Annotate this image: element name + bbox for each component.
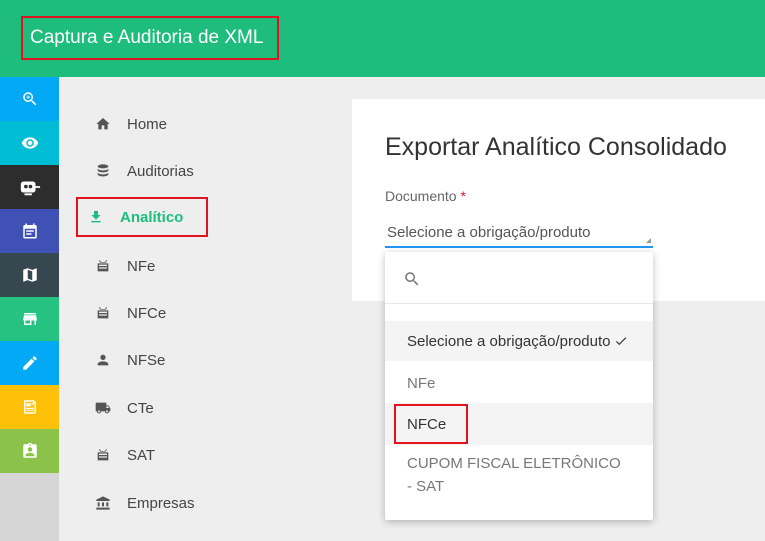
required-mark: *	[460, 188, 466, 204]
nav-item-analitico[interactable]: Analítico	[76, 197, 208, 237]
download-icon	[91, 211, 101, 223]
nav-item-home[interactable]: Home	[85, 106, 325, 142]
dropdown-option-nfe[interactable]: NFe	[385, 363, 653, 403]
nav-item-label: SAT	[127, 446, 156, 464]
rail-map-button[interactable]	[0, 253, 59, 297]
map-icon	[22, 268, 37, 282]
documento-dropdown: Selecione a obrigação/produto NFe NFCe C…	[385, 252, 653, 520]
rail-calendar-button[interactable]	[0, 209, 59, 253]
nav-item-label: Auditorias	[127, 162, 194, 180]
rail-pencil-button[interactable]	[0, 341, 59, 385]
eye-icon	[21, 137, 38, 149]
pencil-icon	[22, 356, 37, 370]
nav-item-sat[interactable]: SAT	[85, 437, 325, 473]
nav-item-nfe[interactable]: NFe	[85, 248, 325, 284]
clipboard-account-icon	[22, 442, 37, 458]
nav-item-cte[interactable]: CTe	[85, 390, 325, 426]
check-icon	[616, 337, 627, 346]
rail-store-button[interactable]	[0, 297, 59, 341]
home-icon	[96, 118, 110, 130]
app-title: Captura e Auditoria de XML	[21, 16, 279, 60]
select-caret-icon	[646, 238, 651, 243]
zoom-in-icon	[22, 92, 36, 106]
nav-item-label: CTe	[127, 399, 154, 417]
rail-clipboard-button[interactable]	[0, 429, 59, 473]
search-icon	[405, 272, 419, 286]
option-label: NFCe	[407, 415, 447, 433]
receipt-icon	[97, 307, 109, 319]
database-icon	[97, 164, 109, 177]
documento-select-value: Selecione a obrigação/produto	[387, 224, 591, 241]
rail-robot-button[interactable]	[0, 165, 59, 209]
nav-item-nfse[interactable]: NFSe	[85, 342, 325, 378]
nav-item-empresas[interactable]: Empresas	[85, 485, 325, 521]
dropdown-search	[385, 252, 653, 304]
dropdown-option-selecione[interactable]: Selecione a obrigação/produto	[385, 321, 653, 361]
option-label: Selecione a obrigação/produto	[407, 332, 611, 350]
truck-icon	[95, 402, 111, 414]
store-icon	[22, 313, 37, 325]
top-bar: Captura e Auditoria de XML	[0, 0, 765, 77]
option-label: CUPOM FISCAL ELETRÔNICO - SAT	[407, 455, 621, 495]
bank-icon	[96, 496, 110, 510]
nav-item-nfce[interactable]: NFCe	[85, 295, 325, 331]
rail-zoom-button[interactable]	[0, 77, 59, 121]
nav-item-label: Empresas	[127, 494, 195, 512]
documento-label-text: Documento	[385, 188, 457, 204]
nav-item-label: Analítico	[120, 208, 184, 226]
dropdown-option-nfce[interactable]: NFCe	[385, 403, 653, 445]
side-navigation: Home Auditorias Analítico NFe NFCe NFSe …	[59, 77, 351, 541]
dropdown-option-cupom-sat[interactable]: CUPOM FISCAL ELETRÔNICO - SAT	[385, 446, 653, 506]
nav-item-auditorias[interactable]: Auditorias	[85, 153, 325, 189]
nav-item-label: NFSe	[127, 351, 166, 369]
option-label: NFe	[407, 374, 436, 392]
icon-rail	[0, 77, 59, 541]
dropdown-search-input[interactable]	[429, 264, 639, 292]
receipt-icon	[97, 260, 109, 272]
robot-icon	[20, 181, 40, 196]
nav-item-label: NFe	[127, 257, 156, 275]
rail-eye-button[interactable]	[0, 121, 59, 165]
nav-item-label: Home	[127, 115, 168, 133]
person-icon	[97, 354, 109, 366]
calendar-icon	[22, 223, 37, 239]
rail-news-button[interactable]	[0, 385, 59, 429]
documento-label: Documento *	[385, 188, 466, 204]
news-icon	[23, 400, 36, 414]
receipt-icon	[97, 449, 109, 461]
documento-select[interactable]: Selecione a obrigação/produto	[385, 220, 653, 248]
page-title: Exportar Analítico Consolidado	[385, 133, 727, 161]
nav-item-label: NFCe	[127, 304, 167, 322]
